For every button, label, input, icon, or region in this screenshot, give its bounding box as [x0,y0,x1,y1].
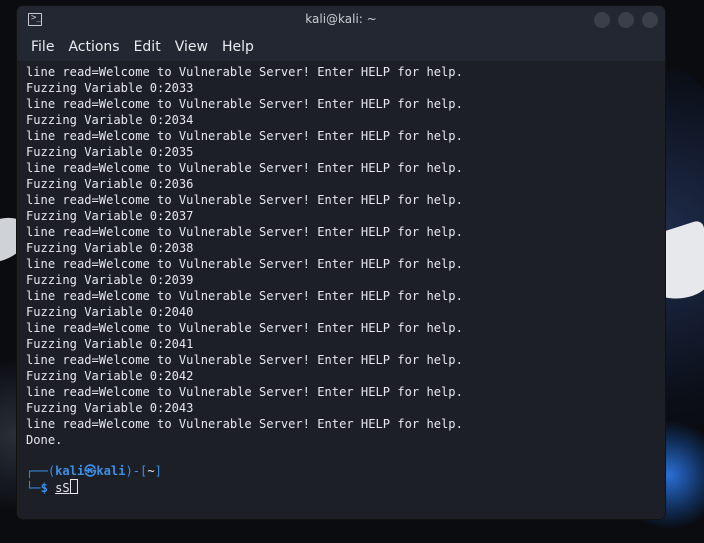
terminal-output: line read=Welcome to Vulnerable Server! … [26,64,463,448]
command-line[interactable]: └─$ sS [26,479,78,496]
terminal-output-area[interactable]: line read=Welcome to Vulnerable Server! … [17,61,665,519]
terminal-line: Fuzzing Variable 0:2033 [26,81,194,95]
terminal-line: Fuzzing Variable 0:2042 [26,369,194,383]
terminal-line: Fuzzing Variable 0:2043 [26,401,194,415]
terminal-line: Fuzzing Variable 0:2039 [26,273,194,287]
terminal-line: line read=Welcome to Vulnerable Server! … [26,385,463,399]
text-cursor [69,479,78,494]
prompt-dir: ~ [147,464,155,478]
terminal-line: line read=Welcome to Vulnerable Server! … [26,65,463,79]
minimize-icon[interactable] [594,12,610,28]
menu-edit[interactable]: Edit [134,39,161,55]
menu-view[interactable]: View [175,39,208,55]
close-icon[interactable] [642,12,658,28]
terminal-line: Fuzzing Variable 0:2035 [26,145,194,159]
title-bar[interactable]: >_ kali@kali: ~ [17,6,665,33]
terminal-line: line read=Welcome to Vulnerable Server! … [26,193,463,207]
terminal-line: line read=Welcome to Vulnerable Server! … [26,225,463,239]
maximize-icon[interactable] [618,12,634,28]
terminal-line: line read=Welcome to Vulnerable Server! … [26,353,463,367]
prompt-line: ┌──(kali㉿kali)-[~] [26,463,162,479]
terminal-line: Fuzzing Variable 0:2041 [26,337,194,351]
terminal-line: Fuzzing Variable 0:2036 [26,177,194,191]
terminal-line: Fuzzing Variable 0:2038 [26,241,194,255]
terminal-line: line read=Welcome to Vulnerable Server! … [26,289,463,303]
prompt-close: ] [154,464,162,478]
menu-help[interactable]: Help [222,39,254,55]
terminal-line: line read=Welcome to Vulnerable Server! … [26,129,463,143]
menu-actions[interactable]: Actions [68,39,119,55]
prompt-at: ㉿ [84,464,97,478]
terminal-line: Fuzzing Variable 0:2034 [26,113,194,127]
terminal-line: line read=Welcome to Vulnerable Server! … [26,417,463,431]
terminal-window[interactable]: >_ kali@kali: ~ File Actions Edit View H… [17,6,665,519]
terminal-line: line read=Welcome to Vulnerable Server! … [26,97,463,111]
terminal-line: Fuzzing Variable 0:2040 [26,305,194,319]
terminal-line: Done. [26,433,63,447]
menu-bar: File Actions Edit View Help [17,33,665,61]
command-input[interactable]: sS [55,481,70,495]
terminal-line: Fuzzing Variable 0:2037 [26,209,194,223]
window-title: kali@kali: ~ [305,12,377,26]
terminal-line: line read=Welcome to Vulnerable Server! … [26,161,463,175]
prompt-corner: └─ [26,481,41,495]
menu-file[interactable]: File [31,39,54,55]
prompt-user: kali [55,464,85,478]
prompt-dollar: $ [40,481,48,495]
terminal-line: line read=Welcome to Vulnerable Server! … [26,321,463,335]
terminal-line: line read=Welcome to Vulnerable Server! … [26,257,463,271]
prompt-box-open: ┌──( [26,464,56,478]
prompt-host: kali [96,464,126,478]
prompt-mid: )-[ [125,464,148,478]
